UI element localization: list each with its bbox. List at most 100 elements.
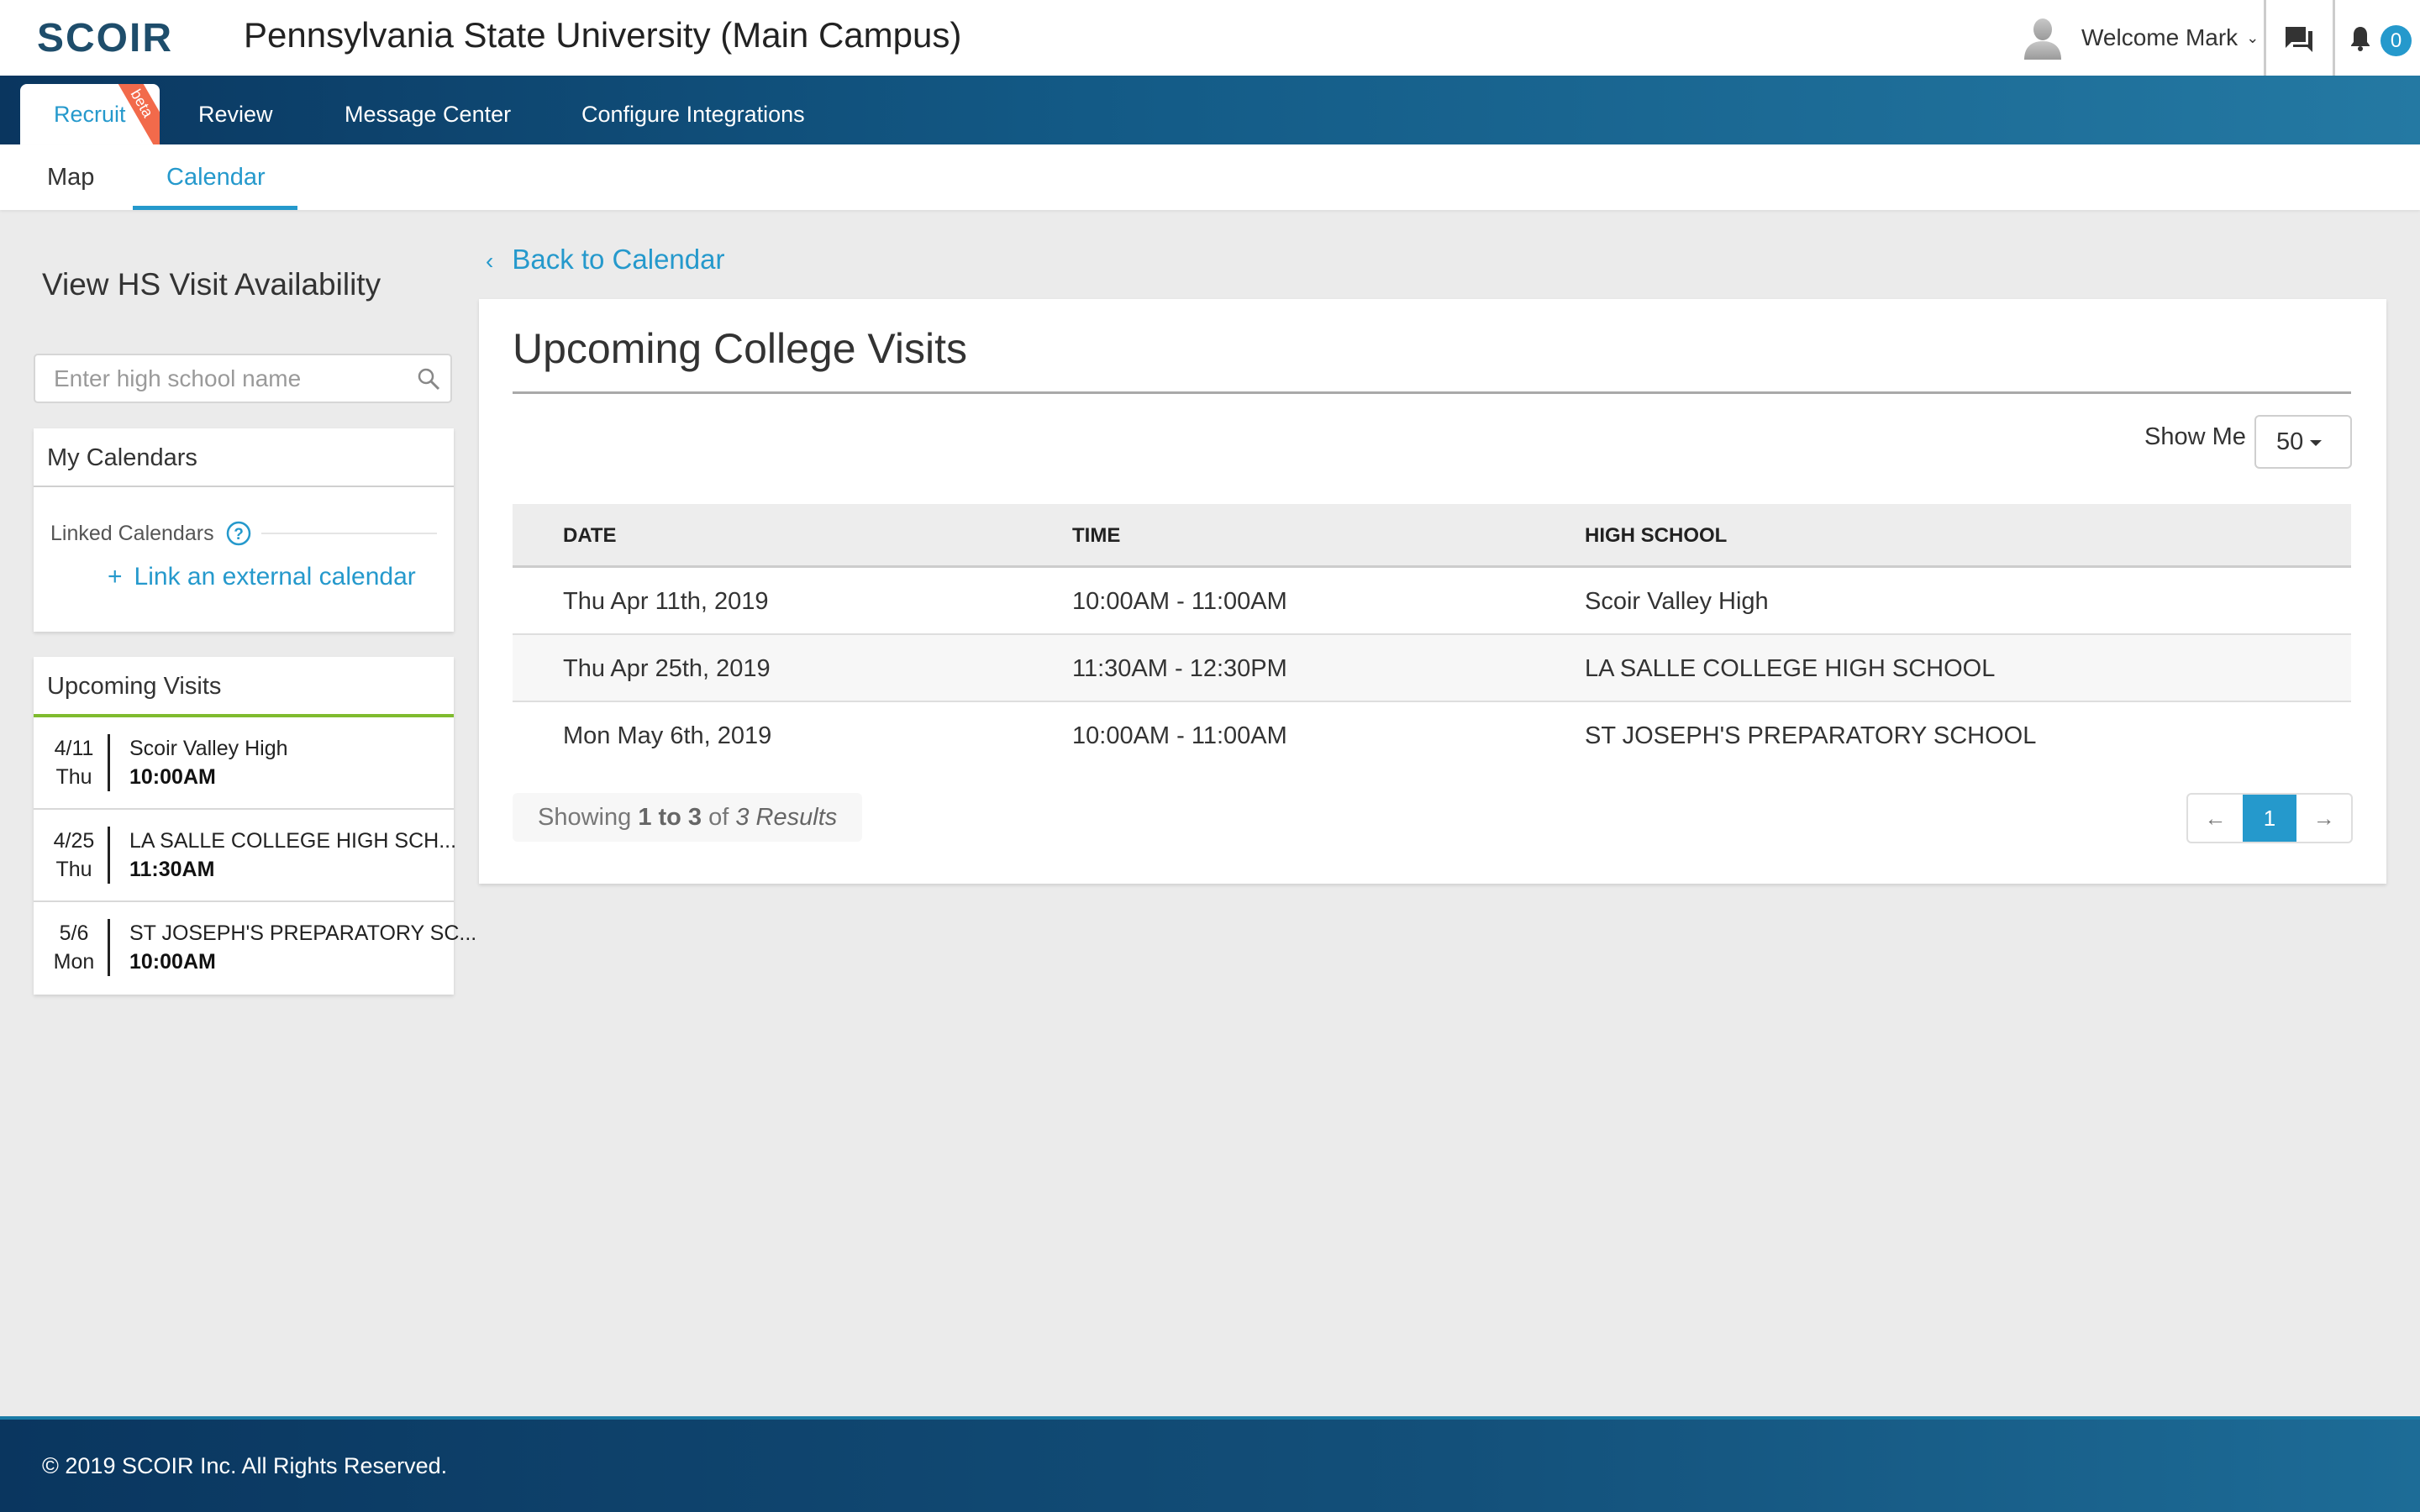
visit-date: 4/25 Thu xyxy=(49,827,99,884)
show-me-label: Show Me xyxy=(2144,423,2246,450)
visit-separator xyxy=(108,827,110,884)
cell-high-school: ST JOSEPH'S PREPARATORY SCHOOL xyxy=(1585,722,2037,749)
nav-tab-review[interactable]: Review xyxy=(198,84,273,144)
table-row[interactable]: Thu Apr 25th, 2019 11:30AM - 12:30PM LA … xyxy=(513,635,2351,702)
visit-date-md: 4/25 xyxy=(53,829,95,853)
results-summary: Showing 1 to 3 of 3 Results xyxy=(513,793,863,842)
messages-icon[interactable] xyxy=(2284,24,2314,54)
visit-time: 11:30AM xyxy=(129,858,215,881)
upcoming-visit-item[interactable]: 4/25 Thu LA SALLE COLLEGE HIGH SCH... 11:… xyxy=(34,810,457,902)
next-page-button[interactable]: → xyxy=(2296,795,2351,842)
column-header-time[interactable]: TIME xyxy=(1072,504,1120,568)
visit-school: ST JOSEPH'S PREPARATORY SC... xyxy=(129,921,477,945)
visit-time: 10:00AM xyxy=(129,950,216,974)
copyright-text: © 2019 SCOIR Inc. All Rights Reserved. xyxy=(42,1453,448,1478)
active-tab-indicator xyxy=(133,206,297,210)
nav-tab-configure-integrations[interactable]: Configure Integrations xyxy=(581,84,805,144)
page-title: Upcoming College Visits xyxy=(513,325,967,372)
upcoming-visits-panel: Upcoming Visits 4/11 Thu Scoir Valley Hig… xyxy=(34,657,476,995)
cell-date: Mon May 6th, 2019 xyxy=(563,722,772,749)
visit-weekday: Thu xyxy=(55,765,92,789)
results-prefix: Showing xyxy=(538,804,632,831)
cell-high-school: LA SALLE COLLEGE HIGH SCHOOL xyxy=(1585,655,1996,682)
cell-date: Thu Apr 25th, 2019 xyxy=(563,655,771,682)
svg-text:?: ? xyxy=(234,526,244,543)
footer: © 2019 SCOIR Inc. All Rights Reserved. xyxy=(0,1416,2420,1512)
my-calendars-panel: My Calendars Linked Calendars ? + Link an… xyxy=(34,428,454,632)
visit-date-md: 5/6 xyxy=(59,921,89,945)
linked-calendars-label: Linked Calendars xyxy=(50,521,214,545)
visit-time: 10:00AM xyxy=(129,765,216,789)
subnav-tab-map[interactable]: Map xyxy=(47,144,94,210)
column-header-date[interactable]: DATE xyxy=(563,504,617,568)
welcome-text: Welcome Mark xyxy=(2081,24,2238,50)
upcoming-college-visits-panel: Upcoming College Visits Show Me 50 DATE … xyxy=(479,299,2386,884)
header-divider xyxy=(2333,0,2335,76)
cell-time: 10:00AM - 11:00AM xyxy=(1072,722,1287,749)
table-row[interactable]: Mon May 6th, 2019 10:00AM - 11:00AM ST J… xyxy=(513,702,2351,769)
linked-divider xyxy=(260,533,437,534)
header-divider xyxy=(2264,0,2266,76)
sidebar-title: View HS Visit Availability xyxy=(42,267,381,302)
top-header: SCOIR Pennsylvania State University (Mai… xyxy=(0,0,2420,76)
cell-time: 10:00AM - 11:00AM xyxy=(1072,588,1287,615)
results-range: 1 to 3 xyxy=(638,804,702,831)
prev-page-button[interactable]: ← xyxy=(2188,795,2243,842)
link-external-calendar-link[interactable]: + Link an external calendar xyxy=(108,563,416,591)
visit-weekday: Mon xyxy=(53,950,95,974)
cell-high-school: Scoir Valley High xyxy=(1585,588,1769,615)
pagination: ← 1 → xyxy=(2186,793,2353,843)
notification-badge[interactable]: 0 xyxy=(2381,25,2412,56)
help-icon[interactable]: ? xyxy=(226,521,251,546)
results-of: of xyxy=(708,804,729,831)
visit-separator xyxy=(108,919,110,976)
cell-time: 11:30AM - 12:30PM xyxy=(1072,655,1287,682)
chevron-left-icon: ‹ xyxy=(486,248,494,274)
nav-tab-recruit[interactable]: Recruit beta xyxy=(20,84,160,144)
user-menu[interactable]: Welcome Mark ⌄ xyxy=(2021,0,2259,76)
visit-separator xyxy=(108,734,110,791)
my-calendars-title: My Calendars xyxy=(34,428,454,487)
table-body: Thu Apr 11th, 2019 10:00AM - 11:00AM Sco… xyxy=(513,568,2351,769)
visit-date-md: 4/11 xyxy=(54,737,94,760)
page-size-select[interactable]: 50 xyxy=(2254,415,2352,469)
table-row[interactable]: Thu Apr 11th, 2019 10:00AM - 11:00AM Sco… xyxy=(513,568,2351,635)
search-icon[interactable] xyxy=(417,367,440,391)
visit-school: LA SALLE COLLEGE HIGH SCH... xyxy=(129,829,457,853)
high-school-search[interactable] xyxy=(34,354,452,403)
visit-school: Scoir Valley High xyxy=(129,737,288,760)
subnav-tab-calendar[interactable]: Calendar xyxy=(166,144,266,210)
cell-date: Thu Apr 11th, 2019 xyxy=(563,588,769,615)
table-header: DATE TIME HIGH SCHOOL xyxy=(513,504,2351,568)
column-header-high-school[interactable]: HIGH SCHOOL xyxy=(1585,504,1727,568)
bell-icon[interactable] xyxy=(2349,25,2371,52)
page-size-value: 50 xyxy=(2276,428,2304,455)
main-nav: Recruit beta Review Message Center Confi… xyxy=(0,76,2420,144)
link-external-calendar-label: Link an external calendar xyxy=(134,563,416,591)
nav-tab-label: Recruit xyxy=(54,102,126,127)
arrow-left-icon: ← xyxy=(2204,805,2227,831)
institution-title: Pennsylvania State University (Main Camp… xyxy=(244,15,962,55)
visit-date: 4/11 Thu xyxy=(49,734,99,791)
high-school-search-input[interactable] xyxy=(54,362,407,396)
visit-date: 5/6 Mon xyxy=(49,919,99,976)
back-label: Back to Calendar xyxy=(512,244,725,275)
user-avatar-icon xyxy=(2024,18,2061,60)
chevron-down-icon: ⌄ xyxy=(2246,29,2260,46)
scoir-logo[interactable]: SCOIR xyxy=(37,15,173,61)
title-divider xyxy=(513,391,2351,394)
page-button-current[interactable]: 1 xyxy=(2242,795,2297,842)
upcoming-visit-item[interactable]: 4/11 Thu Scoir Valley High 10:00AM xyxy=(34,717,454,810)
visits-table: DATE TIME HIGH SCHOOL Thu Apr 11th, 2019… xyxy=(513,504,2351,769)
plus-icon: + xyxy=(108,563,123,591)
back-to-calendar-link[interactable]: ‹ Back to Calendar xyxy=(486,244,724,276)
visit-weekday: Thu xyxy=(55,858,92,881)
nav-tab-message-center[interactable]: Message Center xyxy=(345,84,511,144)
results-total: 3 Results xyxy=(735,804,838,831)
upcoming-visits-title: Upcoming Visits xyxy=(34,657,454,717)
upcoming-visit-item[interactable]: 5/6 Mon ST JOSEPH'S PREPARATORY SC... 10:… xyxy=(34,902,476,995)
arrow-right-icon: → xyxy=(2312,805,2335,831)
sub-nav: Map Calendar xyxy=(0,144,2420,210)
caret-down-icon xyxy=(2310,439,2323,446)
linked-calendars-row: Linked Calendars ? xyxy=(50,521,437,546)
